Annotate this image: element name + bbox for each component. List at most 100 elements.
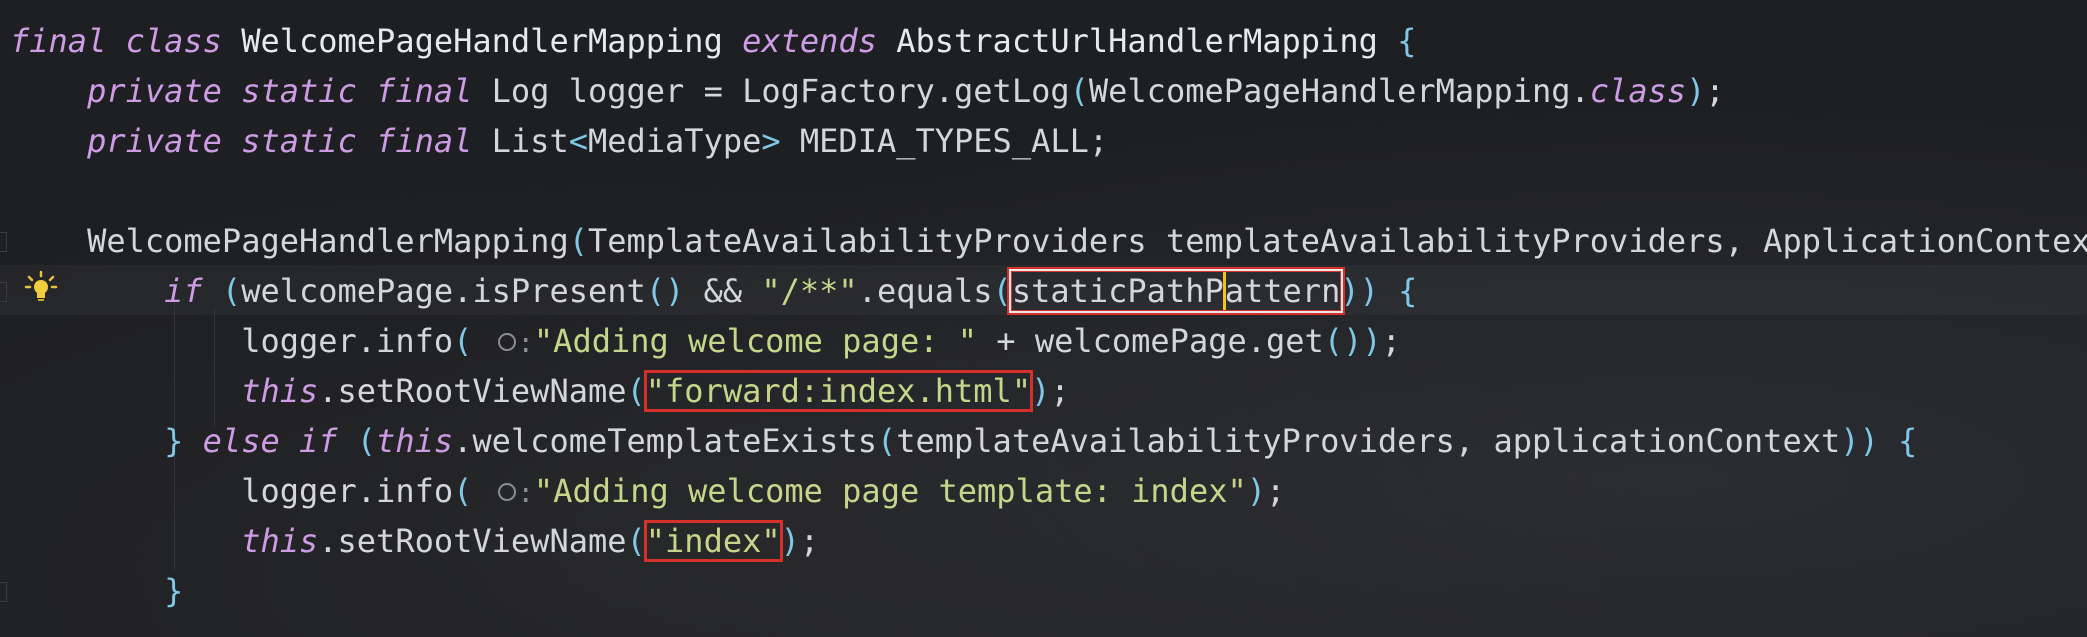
string-literal: "/**" bbox=[761, 272, 858, 310]
parameter-hint-icon bbox=[497, 483, 516, 501]
code-token: TemplateAvailabilityProviders templateAv… bbox=[587, 222, 2087, 260]
keyword-token: final bbox=[376, 122, 473, 160]
bracket-token: ) bbox=[1031, 372, 1051, 410]
code-token: .setRootViewName bbox=[318, 522, 627, 560]
string-literal: "Adding welcome page: " bbox=[533, 322, 978, 360]
bracket-token: { bbox=[1898, 422, 1918, 460]
bracket-token: ( bbox=[876, 422, 897, 460]
bracket-token: ( bbox=[568, 222, 588, 260]
code-token: Log logger = LogFactory.getLog bbox=[472, 72, 1070, 110]
keyword-token: this bbox=[241, 522, 319, 560]
code-line[interactable]: this.setRootViewName("index"); bbox=[10, 516, 819, 566]
bracket-token: ) bbox=[1246, 472, 1266, 510]
keyword-token: if bbox=[164, 272, 203, 310]
keyword-token: class bbox=[1589, 72, 1687, 110]
code-token: logger.info bbox=[10, 472, 454, 510]
bracket-token: )) bbox=[1340, 272, 1379, 310]
code-token: List bbox=[472, 122, 569, 160]
string-literal: "Adding welcome page template: index" bbox=[533, 472, 1247, 510]
keyword-token: static bbox=[241, 122, 357, 160]
code-token: WelcomePageHandlerMapping. bbox=[1088, 72, 1590, 110]
fold-marker[interactable] bbox=[0, 582, 7, 602]
bracket-token: { bbox=[1397, 22, 1417, 60]
bracket-token: ( bbox=[1069, 72, 1089, 110]
code-token: WelcomePageHandlerMapping bbox=[221, 22, 743, 60]
code-token: logger.info bbox=[10, 322, 454, 360]
parameter-hint: : bbox=[492, 328, 534, 359]
code-token: templateAvailabilityProviders, applicati… bbox=[896, 422, 1841, 460]
code-token: ; bbox=[1266, 472, 1286, 510]
keyword-token: class bbox=[125, 22, 222, 60]
keyword-token: else bbox=[202, 422, 280, 460]
highlighted-string-literal: "index" bbox=[643, 520, 783, 562]
bracket-token: > bbox=[761, 122, 781, 160]
parameter-hint-label: : bbox=[517, 328, 534, 359]
highlighted-identifier: staticPathPattern bbox=[1008, 269, 1344, 313]
bracket-token: ( bbox=[453, 472, 473, 510]
code-line[interactable]: private static final List<MediaType> MED… bbox=[10, 116, 1108, 166]
code-line[interactable]: logger.info( :"Adding welcome page templ… bbox=[10, 466, 1285, 516]
code-token: MEDIA_TYPES_ALL; bbox=[780, 122, 1109, 160]
keyword-token: final bbox=[376, 72, 473, 110]
code-line[interactable]: } else if (this.welcomeTemplateExists(te… bbox=[10, 416, 1917, 466]
code-token: MediaType bbox=[587, 122, 762, 160]
bracket-token: ( bbox=[221, 272, 242, 310]
keyword-token: private bbox=[87, 72, 222, 110]
keyword-token: this bbox=[376, 422, 454, 460]
fold-marker[interactable] bbox=[0, 282, 7, 302]
code-token: attern bbox=[1224, 272, 1341, 310]
bracket-token: ( bbox=[453, 322, 473, 360]
code-token: .welcomeTemplateExists bbox=[453, 422, 877, 460]
code-line[interactable]: private static final Log logger = LogFac… bbox=[10, 66, 1725, 116]
code-token: ; bbox=[799, 522, 820, 560]
bracket-token: ()) bbox=[1323, 322, 1382, 360]
code-token: + welcomePage.get bbox=[977, 322, 1324, 360]
bracket-token: ) bbox=[780, 522, 800, 560]
bracket-token: ( bbox=[626, 372, 646, 410]
keyword-token: static bbox=[241, 72, 357, 110]
bracket-token: ( bbox=[992, 272, 1012, 310]
code-line[interactable]: final class WelcomePageHandlerMapping ex… bbox=[10, 16, 1416, 66]
keyword-token: if bbox=[298, 422, 338, 460]
code-token: welcomePage.isPresent bbox=[241, 272, 646, 310]
keyword-token: final bbox=[10, 22, 107, 60]
code-token: WelcomePageHandlerMapping bbox=[10, 222, 569, 260]
parameter-hint-label: : bbox=[517, 478, 534, 509]
parameter-hint: : bbox=[492, 478, 534, 509]
code-line[interactable]: logger.info( :"Adding welcome page: " + … bbox=[10, 316, 1401, 366]
bracket-token: } bbox=[164, 422, 184, 460]
bracket-token: ) bbox=[1686, 72, 1706, 110]
code-token: AbstractUrlHandlerMapping bbox=[876, 22, 1398, 60]
parameter-hint-icon bbox=[497, 333, 516, 351]
bracket-token: < bbox=[568, 122, 588, 160]
keyword-token: extends bbox=[742, 22, 877, 60]
code-editor[interactable]: final class WelcomePageHandlerMapping ex… bbox=[0, 0, 2087, 637]
fold-marker[interactable] bbox=[0, 232, 7, 252]
code-line[interactable]: } bbox=[10, 566, 183, 616]
code-line[interactable]: WelcomePageHandlerMapping(TemplateAvaila… bbox=[10, 216, 2087, 266]
code-line[interactable]: if (welcomePage.isPresent() && "/**".equ… bbox=[10, 266, 1417, 316]
bracket-token: )) bbox=[1840, 422, 1879, 460]
code-token: .equals bbox=[857, 272, 993, 310]
code-token: staticPathP bbox=[1011, 272, 1224, 310]
code-line[interactable]: this.setRootViewName("forward:index.html… bbox=[10, 366, 1070, 416]
code-token: && bbox=[684, 272, 762, 310]
